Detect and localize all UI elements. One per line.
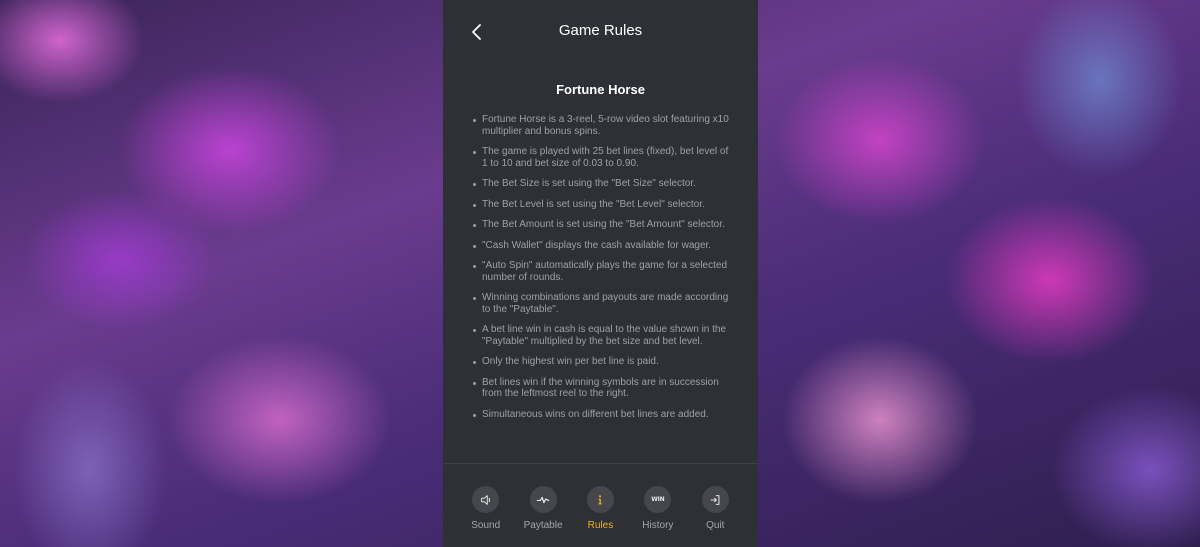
rule-item: Winning combinations and payouts are mad… [473,292,730,315]
rule-item: "Auto Spin" automatically plays the game… [473,260,730,283]
game-rules-panel: Game Rules Fortune Horse Fortune Horse i… [443,0,758,547]
nav-label: Sound [471,520,501,531]
nav-paytable[interactable]: Paytable [515,464,571,547]
sound-button-circle [472,486,500,513]
rule-item: Fortune Horse is a 3-reel, 5-row video s… [473,114,730,137]
rule-item: Only the highest win per bet line is pai… [473,356,730,368]
nav-rules[interactable]: Rules [572,464,628,547]
rule-item: Simultaneous wins on different bet lines… [473,409,730,421]
history-button-circle: WIN [644,486,672,513]
info-icon [598,494,603,504]
win-icon: WIN [651,496,665,503]
paytable-button-circle [529,486,557,513]
nav-sound[interactable]: Sound [458,464,514,547]
quit-button-circle [701,486,729,513]
nav-label: Rules [587,520,614,531]
bottom-nav: Sound Paytable Rules WIN History Quit [443,464,758,547]
nav-label: History [642,520,674,531]
rule-item: The Bet Amount is set using the "Bet Amo… [473,219,730,231]
rule-item: The game is played with 25 bet lines (fi… [473,146,730,169]
speaker-icon [480,494,490,505]
nav-label: Paytable [523,520,563,531]
rules-button-circle [586,486,614,513]
nav-history[interactable]: WIN History [630,464,686,547]
page-title: Game Rules [558,22,643,39]
rule-item: "Cash Wallet" displays the cash availabl… [473,240,730,252]
rule-item: Bet lines win if the winning symbols are… [473,377,730,400]
rules-content[interactable]: Fortune Horse Fortune Horse is a 3-reel,… [443,65,758,460]
pulse-icon [536,496,550,503]
rules-list: Fortune Horse is a 3-reel, 5-row video s… [443,114,758,420]
rule-item: A bet line win in cash is equal to the v… [473,324,730,347]
header: Game Rules [443,0,758,65]
rule-item: The Bet Size is set using the "Bet Size"… [473,178,730,190]
nav-label: Quit [706,520,725,531]
nav-quit[interactable]: Quit [687,464,743,547]
exit-icon [710,494,720,505]
game-name-heading: Fortune Horse [556,82,645,97]
rule-item: The Bet Level is set using the "Bet Leve… [473,199,730,211]
